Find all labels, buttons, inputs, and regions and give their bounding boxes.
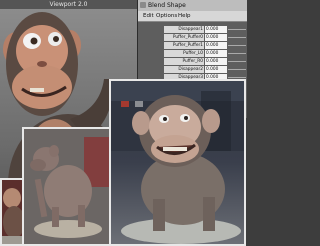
photo-painted-sculpture [109, 79, 246, 246]
blend-shape-label: Puffer_Puffer1 [164, 42, 204, 49]
blend-shape-row: Disappear1 0.000 [164, 26, 247, 33]
blend-shape-value[interactable]: 0.000 [205, 42, 227, 49]
menu-options[interactable]: Options [156, 11, 177, 21]
blend-shape-value[interactable]: 0.000 [205, 50, 227, 57]
menu-help[interactable]: Help [178, 11, 191, 21]
chimp-figure-image [2, 180, 22, 244]
blend-shape-row: Puffer_Puffer1 0.000 [164, 42, 247, 49]
blend-shape-slider[interactable] [228, 29, 246, 30]
blend-shape-label: Puffer_Puffer0 [164, 34, 204, 41]
viewport-title: Viewport 2.0 [0, 0, 137, 9]
blend-shape-label: Disappear1 [164, 26, 204, 33]
photo-clay-maquette [22, 127, 111, 246]
blend-shape-label: Disappear2 [164, 66, 204, 73]
blend-shape-slider[interactable] [228, 77, 246, 78]
blend-shape-row: Puffer_R0 0.000 [164, 58, 247, 65]
photo-figure-left [0, 178, 24, 246]
blend-shape-slider[interactable] [228, 37, 246, 38]
blend-shape-label: Puffer_R0 [164, 58, 204, 65]
blend-shape-slider[interactable] [228, 45, 246, 46]
blend-shape-value[interactable]: 0.000 [205, 66, 227, 73]
window-icon [140, 2, 146, 8]
blend-shape-row: Puffer_Puffer0 0.000 [164, 34, 247, 41]
blend-shape-value[interactable]: 0.000 [205, 26, 227, 33]
blend-shape-title: Blend Shape [138, 0, 247, 11]
blend-shape-slider[interactable] [228, 69, 246, 70]
blend-shape-value[interactable]: 0.000 [205, 34, 227, 41]
blend-shape-row: Puffer_L0 0.000 [164, 50, 247, 57]
blend-shape-slider[interactable] [228, 53, 246, 54]
clay-chimp-image [24, 129, 109, 244]
menu-bar: Edit Options Help [138, 11, 247, 22]
sculpted-chimp-image [111, 81, 244, 244]
menu-edit[interactable]: Edit [143, 11, 154, 21]
blend-shape-label: Puffer_L0 [164, 50, 204, 57]
blend-shape-value[interactable]: 0.000 [205, 58, 227, 65]
blend-shape-row: Disappear2 0.000 [164, 66, 247, 73]
blend-shape-slider[interactable] [228, 61, 246, 62]
